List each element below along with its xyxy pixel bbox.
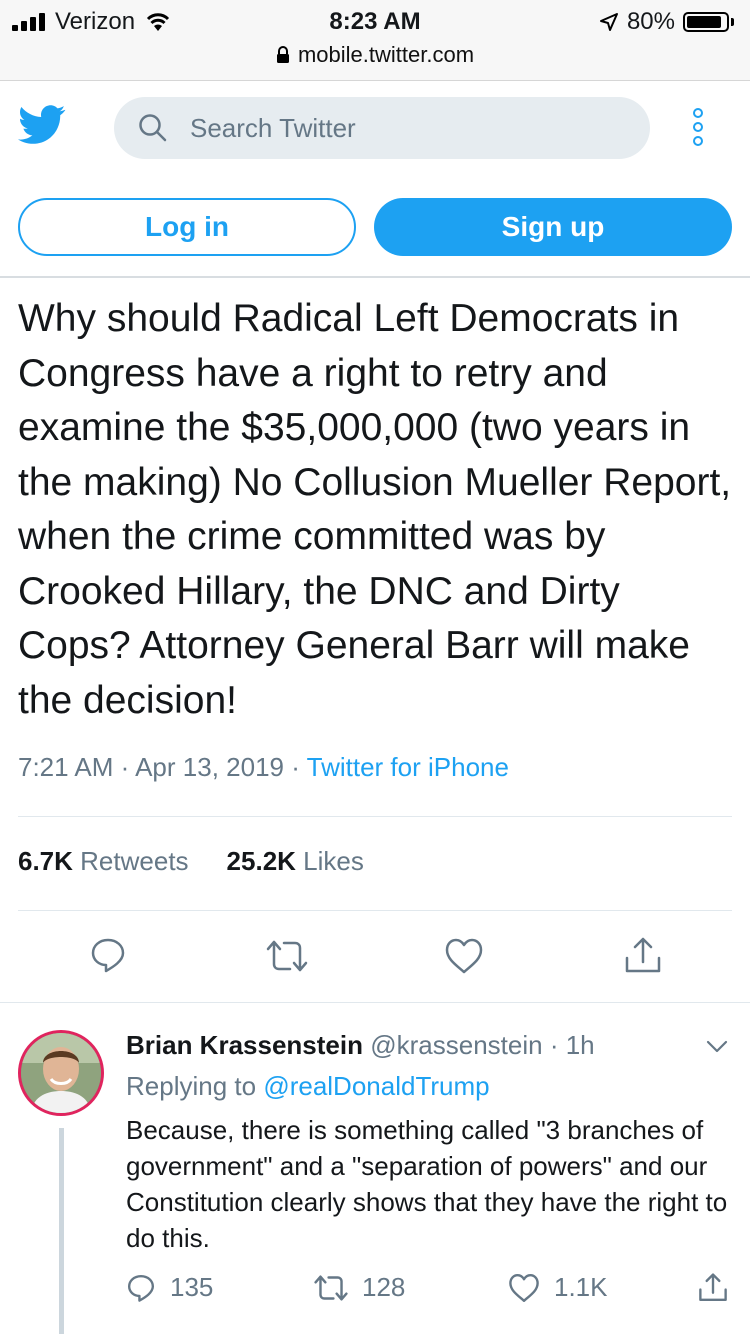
reply-icon[interactable] — [89, 936, 127, 974]
retweets-count: 6.7K — [18, 846, 73, 876]
reply-share-action[interactable] — [698, 1272, 728, 1304]
reply-replies-count: 135 — [170, 1272, 214, 1302]
divider — [0, 1002, 750, 1003]
retweet-icon — [314, 1274, 348, 1301]
retweets-label: Retweets — [80, 846, 189, 876]
share-icon[interactable] — [624, 936, 662, 976]
tweet-date: Apr 13, 2019 — [135, 752, 284, 782]
divider — [18, 816, 732, 817]
reply-age: 1h — [565, 1030, 595, 1060]
retweet-icon[interactable] — [266, 938, 308, 974]
avatar[interactable] — [18, 1030, 104, 1116]
replying-to-mention[interactable]: @realDonaldTrump — [263, 1071, 489, 1101]
likes-label: Likes — [303, 846, 364, 876]
reply-author[interactable]: Brian Krassenstein @krassenstein · 1h — [126, 1030, 595, 1061]
reply-retweets-count: 128 — [362, 1272, 406, 1302]
share-icon — [699, 1273, 727, 1302]
tweet-source-link[interactable]: Twitter for iPhone — [307, 752, 509, 782]
reply-author-name: Brian Krassenstein — [126, 1030, 363, 1060]
reply-like-action[interactable]: 1.1K — [508, 1272, 608, 1303]
location-arrow-icon — [599, 13, 618, 31]
search-icon — [139, 114, 167, 142]
tweet-text: Why should Radical Left Democrats in Con… — [18, 297, 732, 722]
reply-reply-action[interactable]: 135 — [126, 1272, 213, 1303]
thread-line — [59, 1128, 64, 1334]
retweets-stat[interactable]: 6.7K Retweets — [18, 846, 189, 877]
avatar-photo — [21, 1033, 101, 1113]
address-bar[interactable]: mobile.twitter.com — [0, 42, 750, 68]
twitter-bird-icon[interactable] — [18, 105, 66, 145]
like-heart-icon — [509, 1273, 539, 1302]
likes-count: 25.2K — [226, 846, 296, 876]
tweet-meta: 7:21 AM · Apr 13, 2019 · Twitter for iPh… — [18, 752, 509, 782]
url-text: mobile.twitter.com — [297, 42, 475, 67]
more-options-icon[interactable] — [693, 108, 703, 146]
status-bar: Verizon 8:23 AM 80% mobile.twitter.com — [0, 0, 750, 81]
login-button[interactable]: Log in — [18, 198, 356, 256]
reply-icon — [127, 1274, 155, 1302]
likes-stat[interactable]: 25.2K Likes — [227, 846, 364, 877]
reply-retweet-action[interactable]: 128 — [314, 1272, 405, 1303]
tweet-time: 7:21 AM — [18, 752, 114, 782]
signup-button[interactable]: Sign up — [374, 198, 732, 256]
replying-to: Replying to @realDonaldTrump — [126, 1071, 490, 1102]
battery-percent: 80% — [626, 8, 675, 35]
tweet-stats: 6.7K Retweets 25.2K Likes — [18, 846, 364, 877]
battery-icon — [683, 12, 729, 32]
reply-handle: @krassenstein — [370, 1030, 543, 1060]
replying-to-label: Replying to — [126, 1071, 257, 1101]
chevron-down-icon[interactable] — [706, 1040, 728, 1054]
battery-cap — [731, 18, 734, 26]
reply-likes-count: 1.1K — [554, 1272, 608, 1302]
lock-icon — [276, 46, 289, 63]
battery-group: 80% — [599, 8, 734, 36]
reply-text: Because, there is something called "3 br… — [126, 1115, 728, 1253]
like-heart-icon[interactable] — [444, 938, 484, 974]
divider — [18, 910, 732, 911]
search-placeholder: Search Twitter — [190, 112, 356, 143]
search-input[interactable]: Search Twitter — [114, 97, 650, 159]
